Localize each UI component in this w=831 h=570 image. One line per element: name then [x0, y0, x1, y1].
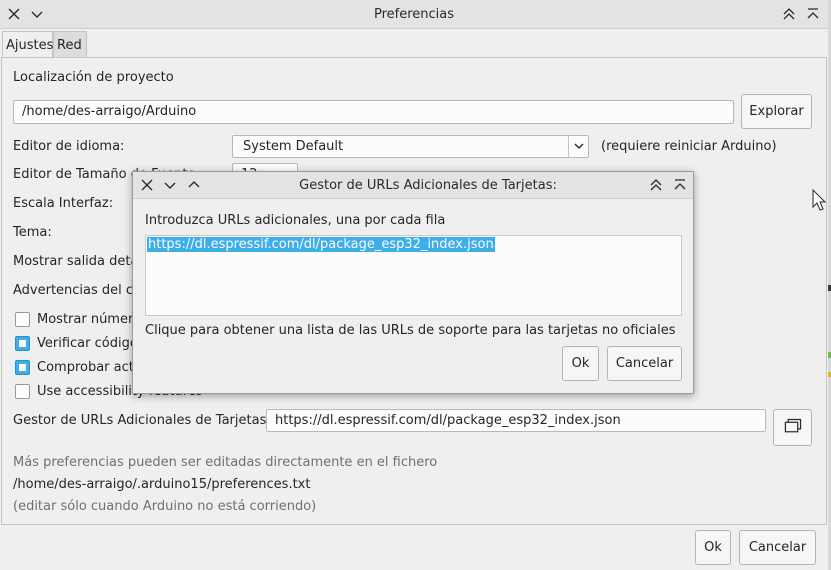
dialog-title: Gestor de URLs Adicionales de Tarjetas: [299, 178, 557, 193]
project-location-label: Localización de proyecto [13, 70, 174, 85]
window-titlebar: Preferencias [0, 0, 828, 29]
edit-warning-note: (editar sólo cuando Arduino no está corr… [13, 499, 317, 514]
close-icon[interactable] [139, 177, 155, 193]
dialog-ok-button[interactable]: Ok [562, 346, 599, 381]
dialog-instruction: Introduzca URLs adicionales, una por cad… [145, 213, 446, 228]
interface-scale-label: Escala Interfaz: [13, 196, 114, 211]
dialog-cancel-button[interactable]: Cancelar [607, 346, 682, 381]
more-prefs-note: Más preferencias pueden ser editadas dir… [13, 455, 438, 470]
keep-above-icon[interactable] [672, 177, 688, 193]
verify-upload-checkbox[interactable] [15, 336, 30, 351]
line-numbers-checkbox[interactable] [15, 312, 30, 327]
boards-url-label: Gestor de URLs Adicionales de Tarjetas: [13, 413, 271, 428]
mouse-cursor-icon [812, 188, 828, 217]
check-updates-checkbox[interactable] [15, 360, 30, 375]
selected-url-text: https://dl.espressif.com/dl/package_esp3… [147, 237, 495, 252]
language-label: Editor de idioma: [13, 139, 125, 154]
keep-above-icon[interactable] [805, 6, 821, 22]
maximize-icon[interactable] [781, 6, 797, 22]
project-location-input[interactable]: /home/des-arraigo/Arduino [13, 100, 734, 124]
board-urls-dialog: Gestor de URLs Adicionales de Tarjetas: … [132, 171, 694, 394]
accessibility-checkbox[interactable] [15, 384, 30, 399]
window-title: Preferencias [373, 7, 455, 22]
unofficial-boards-link[interactable]: Clique para obtener una lista de las URL… [145, 323, 676, 338]
browse-button[interactable]: Explorar [741, 94, 812, 129]
prefs-file-path: /home/des-arraigo/.arduino15/preferences… [13, 477, 311, 492]
tab-ajustes[interactable]: Ajustes [2, 31, 53, 57]
windows-icon [784, 418, 802, 433]
boards-url-input[interactable]: https://dl.espressif.com/dl/package_esp3… [266, 409, 766, 432]
theme-label: Tema: [13, 225, 52, 240]
cancel-button[interactable]: Cancelar [739, 530, 816, 565]
language-restart-note: (requiere reiniciar Arduino) [601, 139, 777, 154]
maximize-icon[interactable] [648, 177, 664, 193]
language-select[interactable]: System Default [232, 135, 589, 158]
dialog-titlebar: Gestor de URLs Adicionales de Tarjetas: [133, 172, 693, 199]
urls-textarea[interactable]: https://dl.espressif.com/dl/package_esp3… [145, 235, 682, 316]
ok-button[interactable]: Ok [695, 530, 731, 565]
chevron-down-icon[interactable] [568, 136, 588, 157]
tab-red[interactable]: Red [53, 31, 87, 57]
language-select-value: System Default [243, 139, 344, 154]
edit-urls-button[interactable] [773, 409, 812, 446]
